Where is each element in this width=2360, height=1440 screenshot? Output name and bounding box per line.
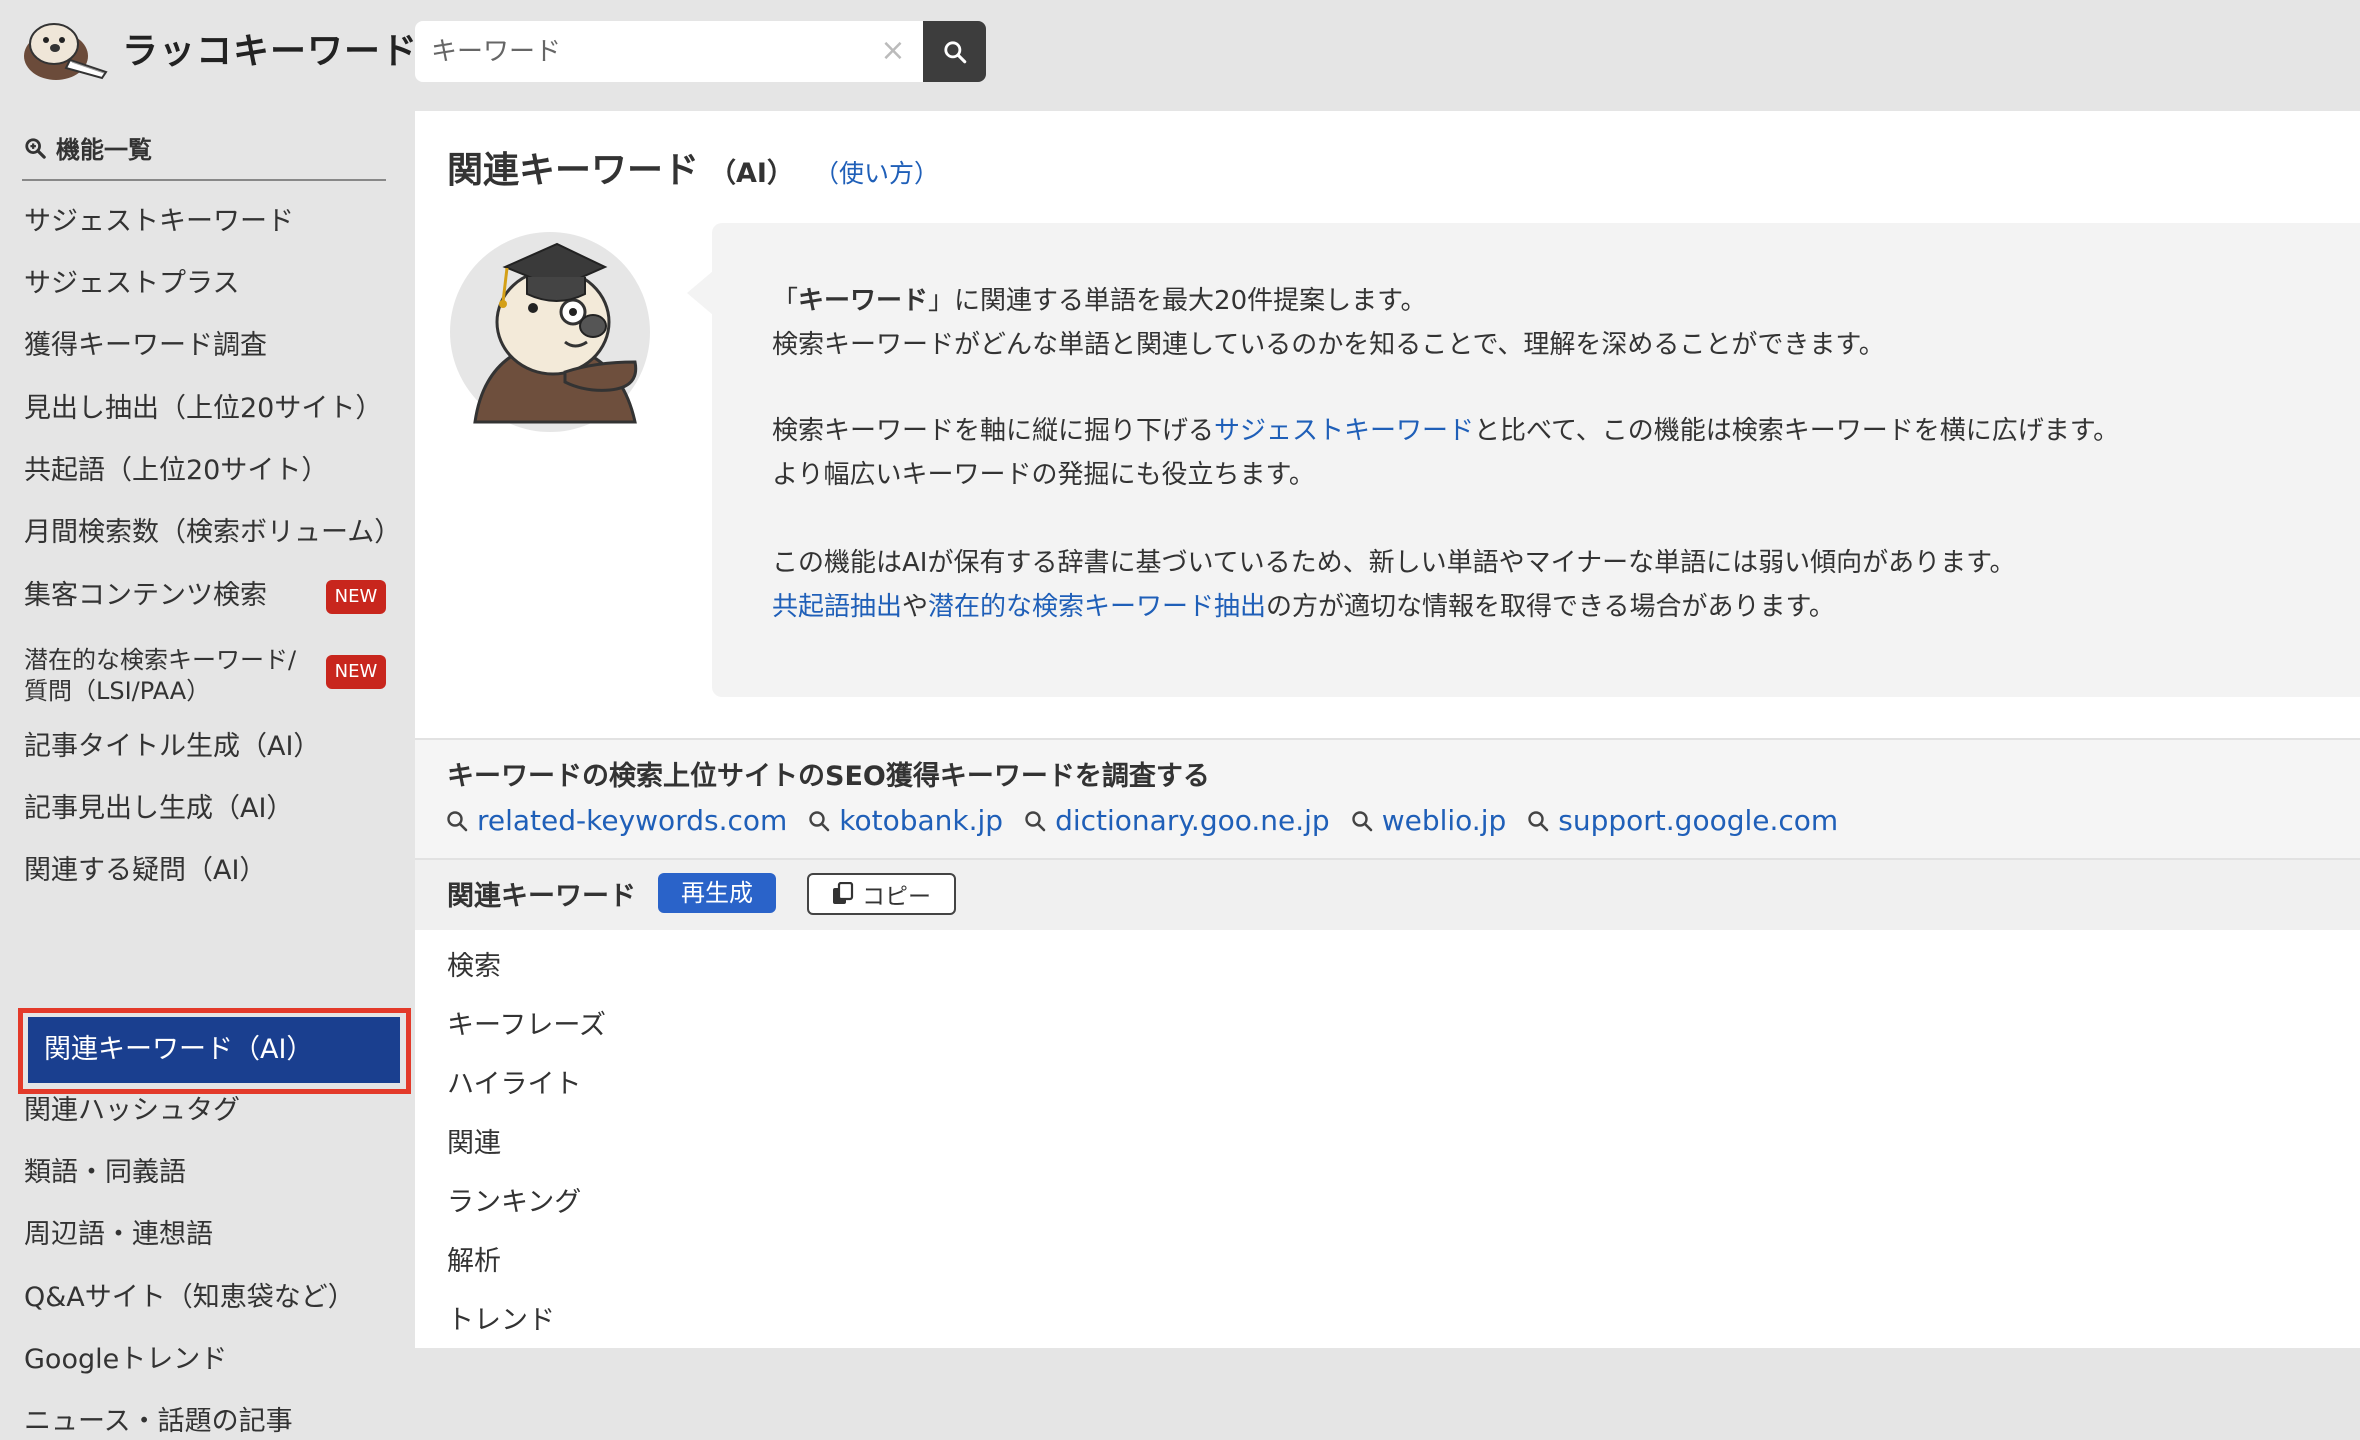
copy-button-label: コピー bbox=[862, 884, 931, 910]
description-line-5: この機能はAIが保有する辞書に基づいているため、新しい単語やマイナーな単語には弱… bbox=[772, 548, 2016, 578]
search-bar: × bbox=[415, 21, 986, 82]
search-icon bbox=[1528, 810, 1549, 831]
description-line-2: 検索キーワードがどんな単語と関連しているのかを知ることで、理解を深めることができ… bbox=[772, 330, 1885, 360]
sidebar-item-suggest-plus[interactable]: サジェストプラス bbox=[24, 266, 394, 302]
main-content: 関連キーワード （AI） （使い方） 「キーワード」に関連する単語を最大20件提… bbox=[415, 111, 2360, 1348]
search-icon bbox=[447, 810, 468, 831]
seo-site-links: related-keywords.com kotobank.jp diction… bbox=[445, 804, 1858, 837]
keywords-toolbar: 関連キーワード 再生成 コピー bbox=[415, 860, 2360, 930]
speech-bubble-tail bbox=[687, 271, 713, 315]
sidebar-item-suggest-keyword[interactable]: サジェストキーワード bbox=[24, 204, 394, 240]
search-icon bbox=[943, 40, 966, 63]
sidebar-item-acquired-keywords[interactable]: 獲得キーワード調査 bbox=[24, 328, 394, 364]
seo-site-link[interactable]: support.google.com bbox=[1526, 804, 1838, 837]
seo-section: キーワードの検索上位サイトのSEO獲得キーワードを調査する related-ke… bbox=[415, 738, 2360, 860]
seo-site-link[interactable]: dictionary.goo.ne.jp bbox=[1023, 804, 1330, 837]
sidebar-item-related-keywords[interactable]: 関連キーワード（AI） bbox=[28, 1017, 400, 1083]
copy-button[interactable]: コピー bbox=[807, 873, 956, 915]
description-line-1: 「キーワード」に関連する単語を最大20件提案します。 bbox=[772, 286, 1427, 316]
keyword-item: キーフレーズ bbox=[447, 1010, 607, 1041]
logo[interactable]: ラッコキーワード bbox=[22, 16, 418, 80]
copy-icon bbox=[833, 882, 854, 904]
feature-list-label: 機能一覧 bbox=[56, 136, 152, 164]
sidebar-item-heading-generation[interactable]: 記事見出し生成（AI） bbox=[24, 791, 394, 827]
sidebar-item-related-questions[interactable]: 関連する疑問（AI） bbox=[24, 853, 394, 889]
suggest-keyword-link[interactable]: サジェストキーワード bbox=[1214, 416, 1474, 446]
magnifier-plus-icon bbox=[25, 137, 46, 159]
description-line-3: 検索キーワードを軸に縦に掘り下げるサジェストキーワードと比べて、この機能は検索キ… bbox=[772, 416, 2120, 446]
sidebar-item-associations[interactable]: 周辺語・連想語 bbox=[24, 1217, 394, 1253]
keyword-item: 解析 bbox=[447, 1246, 501, 1277]
keywords-label: 関連キーワード bbox=[447, 881, 636, 912]
new-badge: NEW bbox=[326, 655, 386, 689]
keyword-item: ハイライト bbox=[447, 1069, 582, 1100]
search-icon bbox=[809, 810, 830, 831]
otter-professor-icon bbox=[450, 232, 650, 432]
seo-section-title: キーワードの検索上位サイトのSEO獲得キーワードを調査する bbox=[447, 761, 1210, 792]
sidebar-item-cooccurrence[interactable]: 共起語（上位20サイト） bbox=[24, 453, 394, 489]
sidebar-item-synonyms[interactable]: 類語・同義語 bbox=[24, 1155, 394, 1191]
latent-keyword-link[interactable]: 潜在的な検索キーワード抽出 bbox=[928, 592, 1266, 622]
page-title-text: 関連キーワード bbox=[447, 150, 700, 191]
keyword-item: 関連 bbox=[447, 1128, 501, 1159]
logo-text: ラッコキーワード bbox=[122, 31, 419, 72]
sidebar-item-search-volume[interactable]: 月間検索数（検索ボリューム） bbox=[24, 515, 401, 551]
seo-site-link[interactable]: related-keywords.com bbox=[445, 804, 787, 837]
sidebar-item-heading-extract[interactable]: 見出し抽出（上位20サイト） bbox=[24, 391, 394, 427]
page-title-suffix: （AI） bbox=[709, 158, 794, 189]
page-title: 関連キーワード （AI） （使い方） bbox=[447, 141, 939, 193]
seo-site-link[interactable]: weblio.jp bbox=[1350, 804, 1506, 837]
feature-list-heading: 機能一覧 bbox=[24, 130, 152, 165]
sidebar-item-latent-keywords[interactable]: 潜在的な検索キーワード/質問（LSI/PAA） bbox=[24, 645, 314, 707]
sidebar-divider bbox=[22, 179, 386, 181]
sidebar-item-news[interactable]: ニュース・話題の記事 bbox=[24, 1404, 394, 1440]
description-line-6: 共起語抽出や潜在的な検索キーワード抽出の方が適切な情報を取得できる場合があります… bbox=[772, 592, 1835, 622]
seo-site-link[interactable]: kotobank.jp bbox=[807, 804, 1003, 837]
new-badge: NEW bbox=[326, 580, 386, 614]
sidebar-item-related-hashtags[interactable]: 関連ハッシュタグ bbox=[24, 1093, 394, 1129]
keyword-item: ランキング bbox=[447, 1187, 582, 1218]
keyword-item: 検索 bbox=[447, 951, 501, 982]
search-icon bbox=[1025, 810, 1046, 831]
sidebar-item-qa-sites[interactable]: Q&Aサイト（知恵袋など） bbox=[24, 1280, 394, 1316]
description-box: 「キーワード」に関連する単語を最大20件提案します。 検索キーワードがどんな単語… bbox=[712, 223, 2360, 697]
search-icon bbox=[1352, 810, 1373, 831]
usage-link[interactable]: （使い方） bbox=[814, 154, 939, 190]
search-button[interactable] bbox=[923, 21, 986, 82]
cooccurrence-link[interactable]: 共起語抽出 bbox=[772, 592, 902, 622]
sidebar-item-title-generation[interactable]: 記事タイトル生成（AI） bbox=[24, 729, 394, 765]
sidebar-item-google-trends[interactable]: Googleトレンド bbox=[24, 1342, 394, 1378]
description-line-4: より幅広いキーワードの発掘にも役立ちます。 bbox=[772, 460, 1315, 490]
otter-logo-icon bbox=[24, 23, 108, 80]
keyword-item: トレンド bbox=[447, 1305, 555, 1336]
clear-icon[interactable]: × bbox=[877, 35, 909, 67]
search-input[interactable] bbox=[415, 21, 923, 82]
regenerate-button[interactable]: 再生成 bbox=[658, 873, 776, 913]
